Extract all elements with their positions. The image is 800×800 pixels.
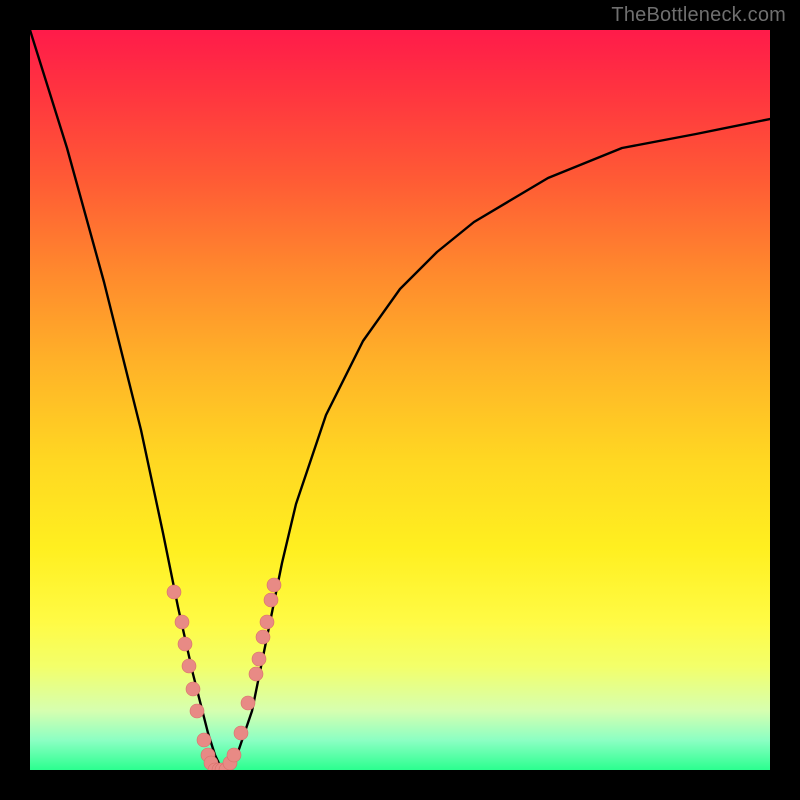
chart-svg (30, 30, 770, 770)
marker-dot (197, 733, 211, 747)
marker-dot (175, 615, 189, 629)
marker-dot (182, 659, 196, 673)
chart-frame: TheBottleneck.com (0, 0, 800, 800)
bottleneck-curve (30, 30, 770, 770)
marker-dot (260, 615, 274, 629)
marker-dot (178, 637, 192, 651)
marker-dot (267, 578, 281, 592)
plot-area (30, 30, 770, 770)
marker-dot (186, 682, 200, 696)
marker-dot (256, 630, 270, 644)
marker-dot (190, 704, 204, 718)
marker-dot (249, 667, 263, 681)
marker-dot (252, 652, 266, 666)
marker-group (167, 578, 281, 770)
marker-dot (227, 748, 241, 762)
marker-dot (234, 726, 248, 740)
watermark-text: TheBottleneck.com (611, 4, 786, 27)
marker-dot (167, 585, 181, 599)
marker-dot (241, 696, 255, 710)
marker-dot (264, 593, 278, 607)
